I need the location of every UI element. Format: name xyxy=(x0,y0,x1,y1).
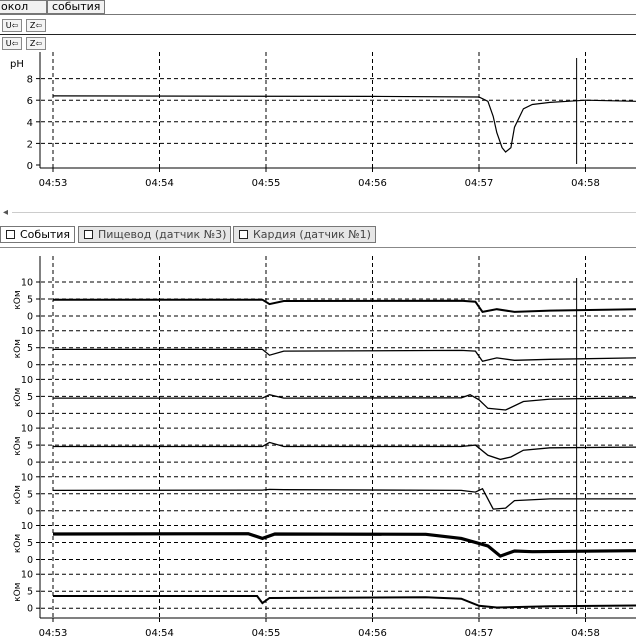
y-axis-label: кОм xyxy=(13,290,23,309)
y-tick-label: 5 xyxy=(27,441,33,452)
y-tick-label: 0 xyxy=(27,360,33,371)
y-axis-label: pH xyxy=(10,59,24,70)
x-tick-label: 04:54 xyxy=(145,628,174,639)
y-tick-label: 8 xyxy=(27,75,33,86)
x-tick-label: 04:58 xyxy=(571,628,600,639)
x-tick-label: 04:53 xyxy=(39,178,68,189)
tab-esophagus-label: Пищевод (датчик №3) xyxy=(98,228,227,241)
impedance-channel-line xyxy=(53,393,636,411)
y-tick-label: 10 xyxy=(21,570,33,581)
impedance-channel-line xyxy=(52,487,636,510)
toolbar-zoom-in-x-button[interactable]: U⇦ xyxy=(2,37,22,50)
y-tick-label: 5 xyxy=(27,489,33,500)
y-tick-label: 10 xyxy=(21,278,33,289)
toolbar-zoom-out-x-button[interactable]: Z⇦ xyxy=(26,37,46,50)
toolbar-zoom-out-y-button[interactable]: Z⇦ xyxy=(26,19,46,32)
tab-esophagus-sensor[interactable]: Пищевод (датчик №3) xyxy=(78,226,232,243)
checkbox-icon xyxy=(6,230,15,239)
y-tick-label: 4 xyxy=(27,118,33,129)
y-tick-label: 10 xyxy=(21,424,33,435)
x-tick-label: 04:56 xyxy=(358,178,387,189)
y-tick-label: 2 xyxy=(27,139,33,150)
y-tick-label: 5 xyxy=(27,587,33,598)
checkbox-icon xyxy=(84,230,93,239)
y-axis-label: кОм xyxy=(13,388,23,407)
toolbar-divider xyxy=(0,34,636,35)
y-axis-label: кОм xyxy=(13,534,23,553)
impedance-channel-line xyxy=(53,595,636,609)
x-tick-label: 04:58 xyxy=(571,178,600,189)
scrollbar-track[interactable] xyxy=(12,212,636,213)
y-tick-label: 0 xyxy=(27,409,33,420)
ph-chart[interactable]: pH 0 2 4 6 8 04:53 04:54 04:55 04:56 04:57 04:58 xyxy=(0,50,636,198)
y-tick-label: 0 xyxy=(27,506,33,517)
y-tick-label: 0 xyxy=(27,555,33,566)
y-axis-label: кОм xyxy=(13,583,23,602)
y-tick-label: 5 xyxy=(27,343,33,354)
x-tick-label: 04:57 xyxy=(465,628,494,639)
y-tick-label: 5 xyxy=(27,295,33,306)
tab-protocol[interactable]: окол xyxy=(0,0,47,14)
toolbar-zoom-in-y-button[interactable]: U⇦ xyxy=(2,19,22,32)
x-tick-label: 04:56 xyxy=(358,628,387,639)
tab-strip-line xyxy=(0,14,636,15)
tab-cardia-label: Кардия (датчик №1) xyxy=(253,228,371,241)
y-tick-label: 6 xyxy=(27,96,33,107)
impedance-chart[interactable]: кОм0510кОм0510кОм0510кОм0510кОм0510кОм05… xyxy=(0,248,636,643)
y-axis-label: кОм xyxy=(13,436,23,455)
y-tick-label: 5 xyxy=(27,538,33,549)
impedance-channel-line xyxy=(52,532,636,558)
y-tick-label: 0 xyxy=(27,312,33,323)
scroll-left-arrow[interactable]: ◂ xyxy=(3,207,8,218)
y-tick-label: 5 xyxy=(27,392,33,403)
tab-events-label: События xyxy=(20,228,71,241)
y-tick-label: 10 xyxy=(21,472,33,483)
checkbox-icon xyxy=(239,230,248,239)
y-tick-label: 10 xyxy=(21,326,33,337)
x-tick-label: 04:53 xyxy=(39,628,68,639)
tab-events-panel[interactable]: События xyxy=(0,226,76,243)
y-tick-label: 0 xyxy=(27,458,33,469)
y-tick-label: 10 xyxy=(21,375,33,386)
y-tick-label: 0 xyxy=(27,161,33,172)
y-tick-label: 0 xyxy=(27,604,33,615)
y-tick-label: 10 xyxy=(21,521,33,532)
y-axis-label: кОм xyxy=(13,485,23,504)
y-axis-label: кОм xyxy=(13,339,23,358)
impedance-channel-line xyxy=(53,348,636,363)
x-tick-label: 04:55 xyxy=(252,628,281,639)
x-tick-label: 04:54 xyxy=(145,178,174,189)
x-tick-label: 04:55 xyxy=(252,178,281,189)
x-tick-label: 04:57 xyxy=(465,178,494,189)
impedance-channel-line xyxy=(53,298,636,314)
tab-cardia-sensor[interactable]: Кардия (датчик №1) xyxy=(233,226,376,243)
tab-events[interactable]: события xyxy=(47,0,105,14)
